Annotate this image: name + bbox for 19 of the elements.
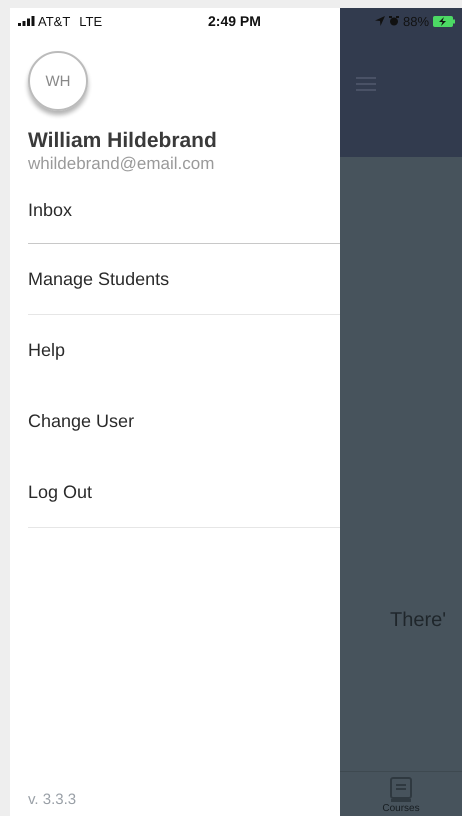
clock: 2:49 PM: [208, 13, 261, 29]
user-email: whildebrand@email.com: [28, 154, 216, 174]
avatar[interactable]: WH: [28, 51, 88, 111]
network-label: LTE: [79, 14, 102, 28]
carrier-label: AT&T: [38, 14, 70, 28]
battery-percent: 88%: [403, 14, 430, 28]
menu-item[interactable]: Change User: [28, 411, 134, 432]
menu-item[interactable]: Manage Students: [28, 268, 170, 290]
menu-icon[interactable]: [356, 77, 376, 91]
alarm-clock-icon: [389, 16, 399, 26]
version-label: v. 3.3.3: [27, 791, 78, 810]
location-arrow-icon: [375, 16, 385, 26]
menu-item[interactable]: Help: [28, 340, 66, 361]
signal-icon: [18, 16, 35, 26]
menu-item[interactable]: Log Out: [28, 482, 92, 502]
book-icon: [390, 777, 412, 803]
battery-charging-icon: [433, 16, 456, 26]
user-name: William Hildebrand: [28, 129, 218, 153]
menu-item[interactable]: Inbox: [28, 200, 72, 221]
